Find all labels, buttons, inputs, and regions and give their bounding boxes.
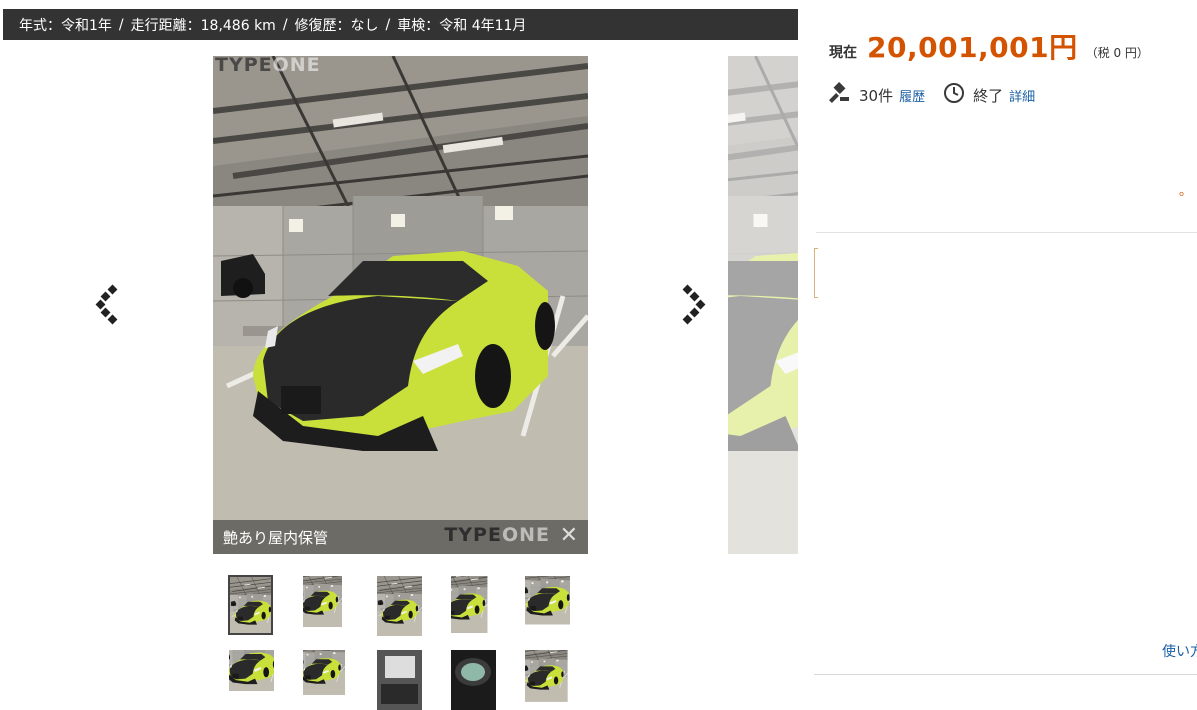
spec-separator: / [282, 16, 288, 33]
spec-year: 年式：令和1年 [19, 17, 112, 34]
gallery-prev-image[interactable] [3, 56, 73, 554]
clock-icon [943, 82, 965, 108]
box-edge [814, 248, 818, 298]
spec-bar: 年式：令和1年 / 走行距離：18,486 km / 修復歴：なし / 車検：令… [3, 9, 798, 40]
image-caption: 艶あり屋内保管 [223, 528, 329, 547]
thumbnail[interactable] [303, 650, 348, 710]
price-value: 20,001,001円 [867, 31, 1078, 64]
spec-separator: / [385, 16, 391, 33]
gallery-next-image[interactable] [728, 56, 798, 554]
auction-info: 30件 履歴 終了 詳細 [829, 81, 1035, 108]
thumbnail[interactable] [377, 650, 422, 710]
spec-separator: / [118, 16, 124, 33]
watermark-top: TYPEONE [215, 56, 321, 76]
thumbnail[interactable] [451, 650, 496, 710]
divider [814, 674, 1197, 675]
spec-inspection: 車検：令和 4年11月 [397, 17, 527, 34]
bid-history-link[interactable]: 履歴 [899, 86, 925, 105]
thumbnail[interactable] [451, 576, 496, 636]
thumbnail[interactable] [229, 650, 274, 710]
watermark-bottom: TYPEONE [444, 524, 550, 546]
help-link[interactable]: 使い方 [1162, 641, 1197, 661]
chevron-left-icon[interactable] [95, 284, 125, 326]
thumbnail[interactable] [228, 575, 273, 635]
close-icon[interactable]: ✕ [560, 525, 578, 547]
gallery-main-image[interactable]: TYPEONE 艶あり屋内保管 TYPEONE ✕ [213, 56, 588, 554]
thumbnail[interactable] [303, 576, 348, 636]
thumbnail[interactable] [377, 576, 422, 636]
divider [816, 232, 1197, 233]
bid-count: 30件 [859, 86, 894, 105]
tax-note: （税 0 円） [1085, 46, 1149, 60]
thumbnail[interactable] [525, 650, 570, 710]
spec-mileage: 走行距離：18,486 km [130, 17, 276, 34]
gavel-icon [829, 81, 851, 108]
status-detail-link[interactable]: 詳細 [1009, 86, 1035, 105]
current-price: 現在 20,001,001円 （税 0 円） [829, 26, 1149, 66]
car-photo [213, 56, 588, 554]
chevron-right-icon[interactable] [678, 284, 708, 326]
spec-repair-history: 修復歴：なし [294, 17, 379, 34]
punctuation-mark: 。 [1179, 184, 1193, 199]
thumbnail[interactable] [525, 576, 570, 636]
price-label: 現在 [829, 45, 857, 61]
image-caption-bar: 艶あり屋内保管 TYPEONE ✕ [213, 520, 588, 554]
auction-status: 終了 [973, 86, 1004, 105]
